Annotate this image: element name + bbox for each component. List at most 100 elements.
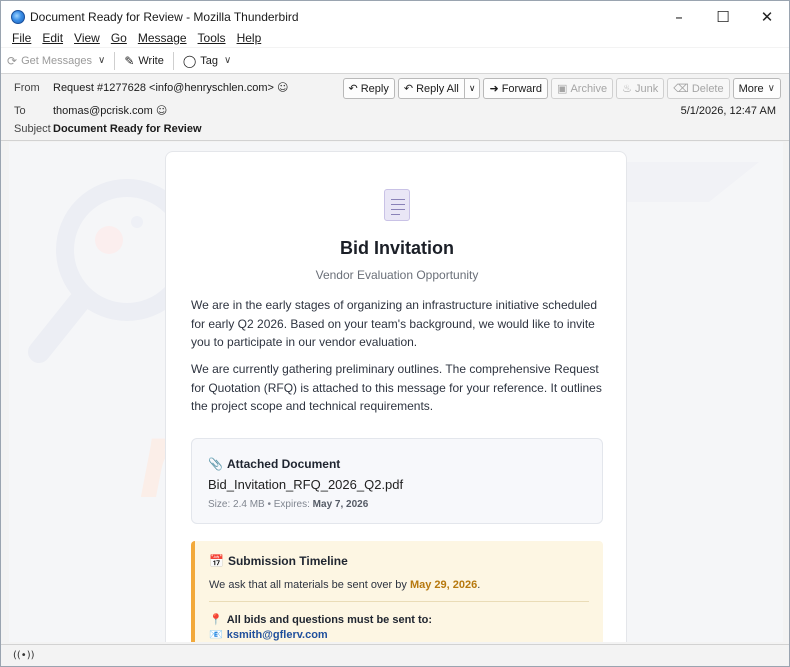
email-subtitle: Vendor Evaluation Opportunity (315, 268, 479, 282)
attachment-expiry-date: May 7, 2026 (312, 499, 369, 510)
menu-file-label: File (12, 31, 32, 45)
chevron-down-icon[interactable]: ∨ (98, 55, 105, 66)
forward-label: Forward (501, 82, 543, 95)
contact-email-link[interactable]: ksmith@gflerv.com (227, 629, 328, 641)
message-body: risk.com Bid Invitation Vendor Evaluatio… (9, 142, 783, 642)
attachment-size: Size: 2.4 MB (208, 499, 265, 510)
status-bar: ((•)) (1, 644, 789, 666)
timeline-heading-text: Submission Timeline (227, 554, 348, 568)
menu-bar: File Edit View Go Message Tools Help (1, 31, 789, 47)
menu-help[interactable]: Help (231, 31, 267, 47)
header-actions: ↶ Reply ↶ Reply All ∨ ➜ Forward ▣ Archiv… (340, 78, 781, 99)
reply-icon: ↶ (348, 82, 358, 95)
close-icon[interactable]: ✕ (745, 1, 789, 33)
subject-row: Subject Document Ready for Review (1, 123, 202, 135)
trash-icon: ⌫ (673, 82, 689, 95)
menu-tools[interactable]: Tools (192, 31, 231, 47)
subject-text: Document Ready for Review (53, 123, 202, 135)
contact-email[interactable]: 📧 ksmith@gflerv.com (209, 628, 328, 641)
main-toolbar: ⟳ Get Messages ∨ ✎ Write ◯ Tag ∨ (1, 48, 789, 74)
get-messages-label: Get Messages (21, 54, 92, 67)
reply-all-icon: ↶ (403, 82, 414, 95)
menu-help-label: Help (236, 31, 262, 45)
to-label: To (14, 104, 26, 117)
subject-value: Document Ready for Review (53, 123, 202, 135)
window-controls: – ☐ ✕ (657, 1, 789, 33)
message-header: From Request #1277628 <info@henryschlen.… (1, 75, 789, 141)
write-label: Write (138, 54, 164, 67)
menu-file[interactable]: File (1, 31, 36, 47)
timeline-divider (209, 601, 589, 602)
minimize-icon[interactable]: – (657, 1, 701, 33)
menu-view-label: View (74, 31, 100, 45)
junk-flame-icon: ♨ (622, 82, 632, 95)
email-card: Bid Invitation Vendor Evaluation Opportu… (165, 151, 627, 642)
paperclip-icon: 📎 (208, 457, 223, 471)
attachment-expires-label: • Expires: (264, 499, 313, 510)
to-value[interactable]: thomas@pcrisk.com (53, 105, 153, 117)
window-title: Document Ready for Review - Mozilla Thun… (30, 10, 299, 24)
from-value[interactable]: Request #1277628 <info@henryschlen.com> (53, 82, 274, 94)
watermark-dot (131, 216, 143, 228)
delete-button[interactable]: ⌫ Delete (667, 78, 730, 99)
menu-message-label: Message (137, 31, 187, 45)
reply-all-label: Reply All (416, 82, 459, 95)
calendar-icon: 📅 (209, 554, 224, 568)
more-button[interactable]: More ∨ (732, 78, 781, 99)
timeline-heading: 📅 Submission Timeline (209, 554, 348, 568)
chevron-down-icon[interactable]: ∨ (463, 79, 480, 98)
attachment-box[interactable]: 📎 Attached Document Bid_Invitation_RFQ_20… (191, 438, 603, 524)
thunderbird-window: Document Ready for Review - Mozilla Thun… (0, 0, 790, 667)
menu-edit-label: Edit (42, 31, 64, 45)
sync-icon: ⟳ (7, 53, 18, 68)
reply-label: Reply (360, 82, 389, 95)
reply-all-button[interactable]: ↶ Reply All ∨ (397, 78, 481, 99)
get-messages-button[interactable]: ⟳ Get Messages ∨ (1, 50, 111, 72)
toolbar-divider (114, 51, 116, 70)
attachment-filename[interactable]: Bid_Invitation_RFQ_2026_Q2.pdf (208, 477, 403, 492)
archive-icon: ▣ (557, 82, 568, 95)
chevron-down-icon: ∨ (767, 83, 775, 94)
magnifier-handle-watermark (28, 291, 90, 363)
email-paragraph-1: We are in the early stages of organizing… (191, 298, 598, 349)
more-label: More (738, 82, 764, 95)
deadline-date: May 29, 2026 (409, 579, 478, 591)
submission-timeline-box: 📅 Submission Timeline We ask that all mat… (191, 541, 603, 642)
maximize-icon[interactable]: ☐ (701, 1, 745, 33)
delete-label: Delete (691, 82, 724, 95)
add-contact-icon[interactable]: ☺ (156, 104, 167, 117)
tag-icon: ◯ (182, 53, 197, 68)
forward-button[interactable]: ➜ Forward (483, 78, 549, 99)
tag-button[interactable]: ◯ Tag ∨ (177, 50, 238, 72)
email-paragraph-2: We are currently gathering preliminary o… (191, 362, 602, 413)
timeline-deadline-text: We ask that all materials be sent over b… (209, 579, 480, 591)
deadline-text: We ask that all materials be sent over b… (209, 579, 410, 591)
menu-go[interactable]: Go (105, 31, 132, 47)
bids-note-text: All bids and questions must be sent to: (226, 614, 433, 626)
menu-tools-label: Tools (197, 31, 226, 45)
add-contact-icon[interactable]: ☺ (277, 81, 288, 94)
forward-icon: ➜ (489, 82, 499, 95)
tag-label: Tag (200, 54, 219, 67)
message-date: 5/1/2026, 12:47 AM (680, 105, 776, 117)
to-row: To thomas@pcrisk.com ☺ (1, 104, 167, 117)
from-label: From (14, 81, 40, 94)
menu-go-label: Go (110, 31, 127, 45)
deadline-period: . (477, 579, 481, 591)
title-bar: Document Ready for Review - Mozilla Thun… (1, 1, 789, 33)
attachment-heading: 📎 Attached Document (208, 457, 340, 471)
document-icon (384, 189, 410, 221)
from-row: From Request #1277628 <info@henryschlen.… (1, 81, 288, 94)
archive-button[interactable]: ▣ Archive (551, 78, 614, 99)
menu-message[interactable]: Message (132, 31, 192, 47)
write-button[interactable]: ✎ Write (118, 50, 170, 72)
reply-button[interactable]: ↶ Reply (342, 78, 395, 99)
attachment-meta: Size: 2.4 MB • Expires: May 7, 2026 (208, 499, 368, 510)
watermark-dot (95, 226, 123, 254)
menu-view[interactable]: View (68, 31, 105, 47)
menu-edit[interactable]: Edit (36, 31, 68, 47)
junk-button[interactable]: ♨ Junk (616, 78, 665, 99)
bids-note: 📍 All bids and questions must be sent to: (209, 613, 432, 626)
pushpin-icon: 📍 (209, 613, 223, 626)
connection-status-icon[interactable]: ((•)) (13, 650, 35, 661)
